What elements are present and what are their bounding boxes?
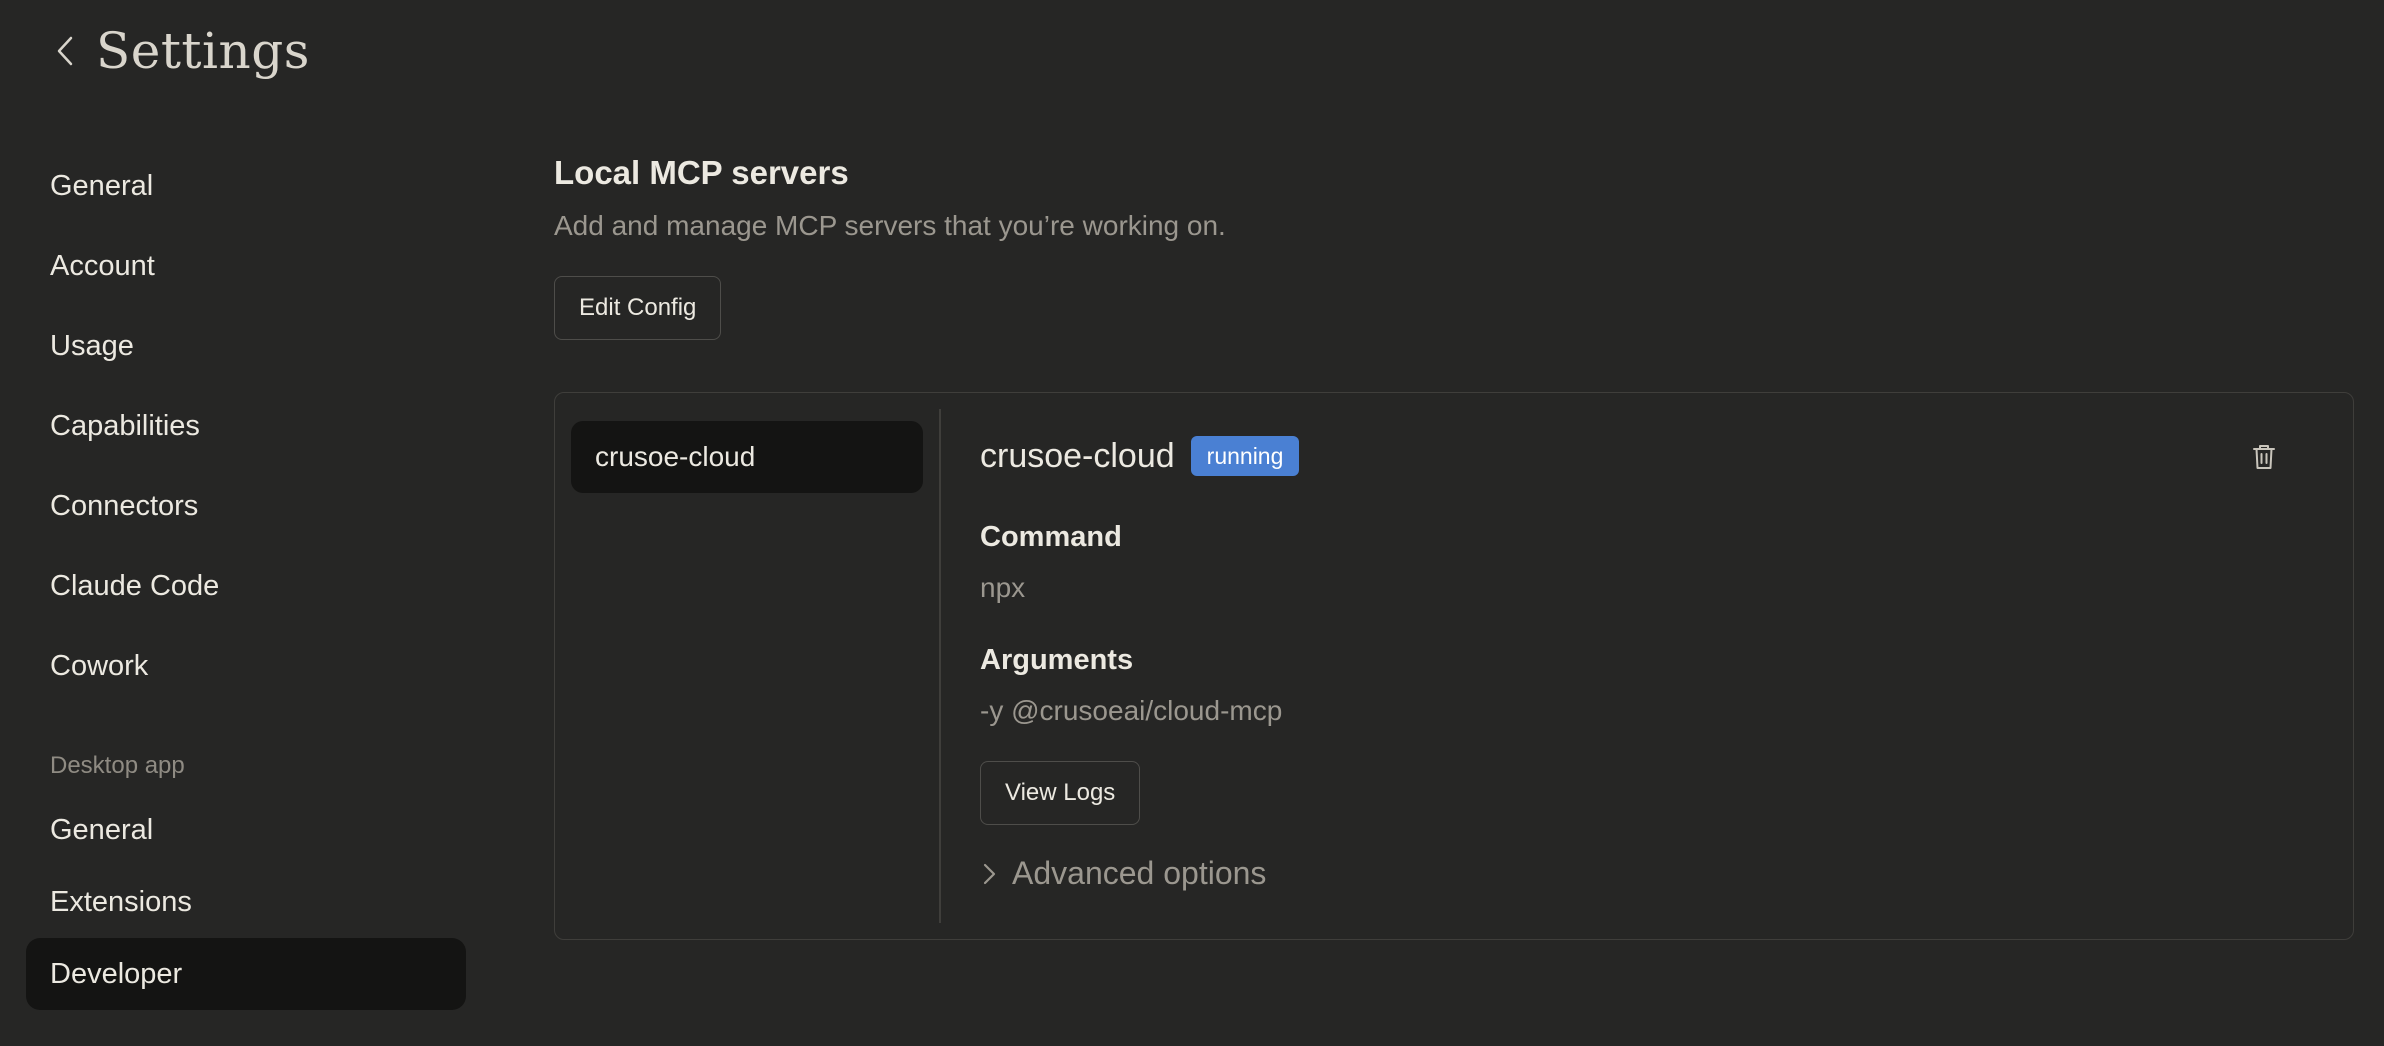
server-detail: crusoe-cloud running Command npx Argumen… xyxy=(980,433,2320,892)
delete-server-button[interactable] xyxy=(2248,441,2280,473)
sidebar-item-account[interactable]: Account xyxy=(26,230,466,302)
sidebar-item-label: Claude Code xyxy=(50,569,220,602)
sidebar-item-label: Cowork xyxy=(50,649,149,682)
command-label: Command xyxy=(980,521,1122,553)
server-detail-header: crusoe-cloud running xyxy=(980,433,2320,479)
page-title: Settings xyxy=(96,22,310,80)
sidebar-item-label: Usage xyxy=(50,329,134,362)
sidebar-section-label: Desktop app xyxy=(50,752,185,779)
sidebar-item-developer[interactable]: Developer xyxy=(26,938,466,1010)
sidebar-item-extensions[interactable]: Extensions xyxy=(26,866,466,938)
sidebar-item-label: Capabilities xyxy=(50,409,200,442)
server-list: crusoe-cloud xyxy=(571,421,923,493)
chevron-left-icon xyxy=(57,36,73,66)
trash-icon xyxy=(2253,445,2275,469)
sidebar-item-label: Account xyxy=(50,249,155,282)
sidebar-item-general[interactable]: General xyxy=(26,150,466,222)
sidebar-item-label: Extensions xyxy=(50,885,192,918)
section-title: Local MCP servers xyxy=(554,154,849,191)
sidebar-item-desktop-general[interactable]: General xyxy=(26,794,466,866)
arguments-label: Arguments xyxy=(980,644,1134,676)
command-value: npx xyxy=(980,572,1026,603)
settings-page: Settings General Account Usage Capabilit… xyxy=(0,0,2384,1046)
edit-config-button[interactable]: Edit Config xyxy=(554,276,722,340)
sidebar-item-capabilities[interactable]: Capabilities xyxy=(26,390,466,462)
sidebar-item-label: General xyxy=(50,169,154,202)
sidebar-item-cowork[interactable]: Cowork xyxy=(26,630,466,702)
advanced-options-label: Advanced options xyxy=(1012,855,1267,891)
sidebar-desktop-group: General Extensions Developer xyxy=(26,794,466,1010)
sidebar-item-usage[interactable]: Usage xyxy=(26,310,466,382)
view-logs-button[interactable]: View Logs xyxy=(980,761,1141,825)
server-name: crusoe-cloud xyxy=(980,436,1175,475)
chevron-right-icon xyxy=(983,863,996,884)
sidebar-item-label: General xyxy=(50,813,154,846)
back-button[interactable] xyxy=(50,31,80,71)
page-header: Settings xyxy=(50,22,310,80)
sidebar-item-claude-code[interactable]: Claude Code xyxy=(26,550,466,622)
status-badge: running xyxy=(1190,436,1300,476)
settings-sidebar: General Account Usage Capabilities Conne… xyxy=(26,150,466,1010)
panel-divider xyxy=(939,409,941,923)
advanced-options-toggle[interactable]: Advanced options xyxy=(980,855,2320,892)
server-list-item-label: crusoe-cloud xyxy=(595,441,756,472)
server-list-item[interactable]: crusoe-cloud xyxy=(571,421,923,493)
sidebar-item-label: Developer xyxy=(50,957,183,990)
sidebar-item-connectors[interactable]: Connectors xyxy=(26,470,466,542)
section-description: Add and manage MCP servers that you’re w… xyxy=(554,210,1226,241)
arguments-value: -y @crusoeai/cloud-mcp xyxy=(980,695,1283,726)
main-content: Local MCP servers Add and manage MCP ser… xyxy=(554,150,2354,940)
mcp-server-panel: crusoe-cloud crusoe-cloud running Comman… xyxy=(554,392,2354,940)
sidebar-item-label: Connectors xyxy=(50,489,199,522)
